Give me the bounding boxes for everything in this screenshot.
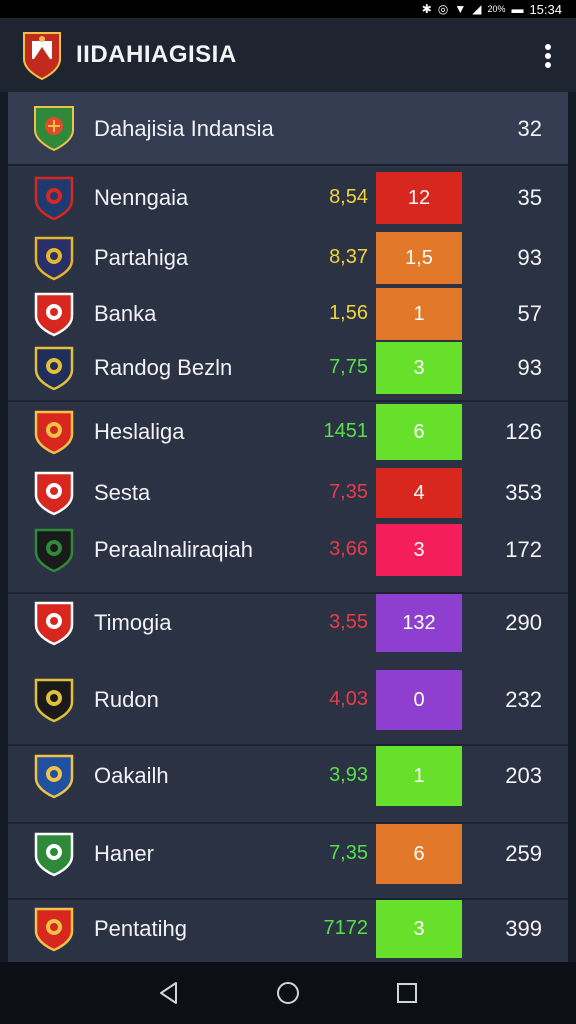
- lyre-crest-icon: [34, 410, 74, 455]
- form-badge: 3: [376, 342, 462, 394]
- banner-crest-icon: [34, 528, 74, 573]
- sash-crest-icon: [34, 601, 74, 646]
- form-badge: 6: [376, 404, 462, 460]
- navigation-bar: [0, 962, 576, 1024]
- app-bar: IIDAHIAGISIA: [0, 18, 576, 92]
- team-stat: 1,56: [329, 302, 368, 324]
- winged-crest-icon: [34, 292, 74, 337]
- team-stat: 1451: [323, 420, 369, 442]
- team-stat: 3,66: [329, 538, 368, 560]
- group-divider: [8, 400, 568, 402]
- team-points: 353: [505, 480, 542, 505]
- standings-list: Dahajisia Indansia 32 Nenngaia 8,54 12 35 Pa…: [8, 92, 568, 962]
- team-row[interactable]: Pentatihg 7172 3 399: [8, 900, 568, 958]
- home-icon[interactable]: [275, 980, 301, 1006]
- team-stat: 4,03: [329, 688, 368, 710]
- battery-icon: ▬: [511, 2, 524, 16]
- form-badge: 4: [376, 468, 462, 518]
- league-name: Dahajisia Indansia: [94, 116, 274, 141]
- team-points: 399: [505, 916, 542, 941]
- team-row[interactable]: Timogia 3,55 132 290: [8, 594, 568, 652]
- team-stat: 8,37: [329, 246, 368, 268]
- dot-icon: [545, 53, 551, 59]
- status-bar: ✱ ◎ ▼ ◢ 20% ▬ 15:34: [0, 0, 576, 18]
- signal-status-icon: ◢: [472, 2, 482, 16]
- team-row[interactable]: Haner 7,35 6 259: [8, 824, 568, 884]
- alarm-status-icon: ◎: [437, 2, 449, 16]
- team-stat: 3,55: [329, 611, 368, 633]
- team-name: Heslaliga: [94, 419, 185, 444]
- team-stat: 8,54: [329, 186, 368, 208]
- team-points: 172: [505, 537, 542, 562]
- team-points: 93: [517, 245, 542, 270]
- team-name: Nenngaia: [94, 185, 189, 210]
- team-name: Rudon: [94, 687, 159, 712]
- team-points: 93: [517, 355, 542, 380]
- form-badge: 1,5: [376, 232, 462, 284]
- team-stat: 7172: [323, 917, 369, 939]
- overflow-menu-button[interactable]: [538, 40, 558, 72]
- team-points: 57: [517, 301, 542, 326]
- team-row[interactable]: Banka 1,56 1 57: [8, 288, 568, 340]
- round-blue-crest-icon: [34, 754, 74, 799]
- team-points: 232: [505, 687, 542, 712]
- star-crest-icon: [34, 678, 74, 723]
- team-row[interactable]: Oakailh 3,93 1 203: [8, 746, 568, 806]
- settings-status-icon: ✱: [421, 2, 432, 16]
- team-stat: 7,75: [329, 356, 368, 378]
- form-badge: 1: [376, 288, 462, 340]
- round-crest-icon: [34, 236, 74, 281]
- form-badge: 6: [376, 824, 462, 884]
- team-row[interactable]: Nenngaia 8,54 12 35: [8, 172, 568, 224]
- form-badge: 3: [376, 524, 462, 576]
- red-crest-icon: [34, 907, 74, 952]
- striped-crest-icon: [34, 471, 74, 516]
- shield-crest-icon: [34, 176, 74, 221]
- form-badge: 3: [376, 900, 462, 958]
- team-row[interactable]: Randog Bezln 7,75 3 93: [8, 342, 568, 394]
- team-points: 259: [505, 841, 542, 866]
- status-time: 15:34: [529, 1, 562, 17]
- team-name: Banka: [94, 301, 157, 326]
- dot-icon: [545, 44, 551, 50]
- team-name: Pentatihg: [94, 916, 187, 941]
- oval-crest-icon: [34, 346, 74, 391]
- team-points: 126: [505, 419, 542, 444]
- form-badge: 1: [376, 746, 462, 806]
- team-name: Sesta: [94, 480, 151, 505]
- team-points: 203: [505, 763, 542, 788]
- team-stat: 7,35: [329, 842, 368, 864]
- form-badge: 12: [376, 172, 462, 224]
- team-stat: 7,35: [329, 481, 368, 503]
- team-stat: 3,93: [329, 764, 368, 786]
- team-name: Timogia: [94, 610, 172, 635]
- team-name: Oakailh: [94, 763, 169, 788]
- team-points: 290: [505, 610, 542, 635]
- form-badge: 0: [376, 670, 462, 730]
- team-name: Randog Bezln: [94, 355, 233, 380]
- recents-icon[interactable]: [394, 980, 420, 1006]
- team-row[interactable]: Sesta 7,35 4 353: [8, 468, 568, 518]
- green-crest-icon: [34, 832, 74, 877]
- wifi-status-icon: ▼: [454, 2, 467, 16]
- team-points: 35: [517, 185, 542, 210]
- team-row[interactable]: Peraalnaliraqiah 3,66 3 172: [8, 524, 568, 576]
- team-name: Partahiga: [94, 245, 189, 270]
- league-header-row[interactable]: Dahajisia Indansia 32: [8, 92, 568, 166]
- team-row[interactable]: Heslaliga 1451 6 126: [8, 404, 568, 460]
- league-crest-icon: [34, 106, 74, 152]
- league-points: 32: [517, 116, 542, 141]
- team-row[interactable]: Rudon 4,03 0 232: [8, 670, 568, 730]
- team-name: Haner: [94, 841, 154, 866]
- battery-percent: 20%: [487, 4, 506, 14]
- app-logo-icon: [23, 32, 61, 81]
- team-row[interactable]: Partahiga 8,37 1,5 93: [8, 232, 568, 284]
- form-badge: 132: [376, 594, 462, 652]
- dot-icon: [545, 62, 551, 68]
- back-icon[interactable]: [156, 980, 182, 1006]
- app-title: IIDAHIAGISIA: [76, 41, 237, 68]
- team-name: Peraalnaliraqiah: [94, 537, 253, 562]
